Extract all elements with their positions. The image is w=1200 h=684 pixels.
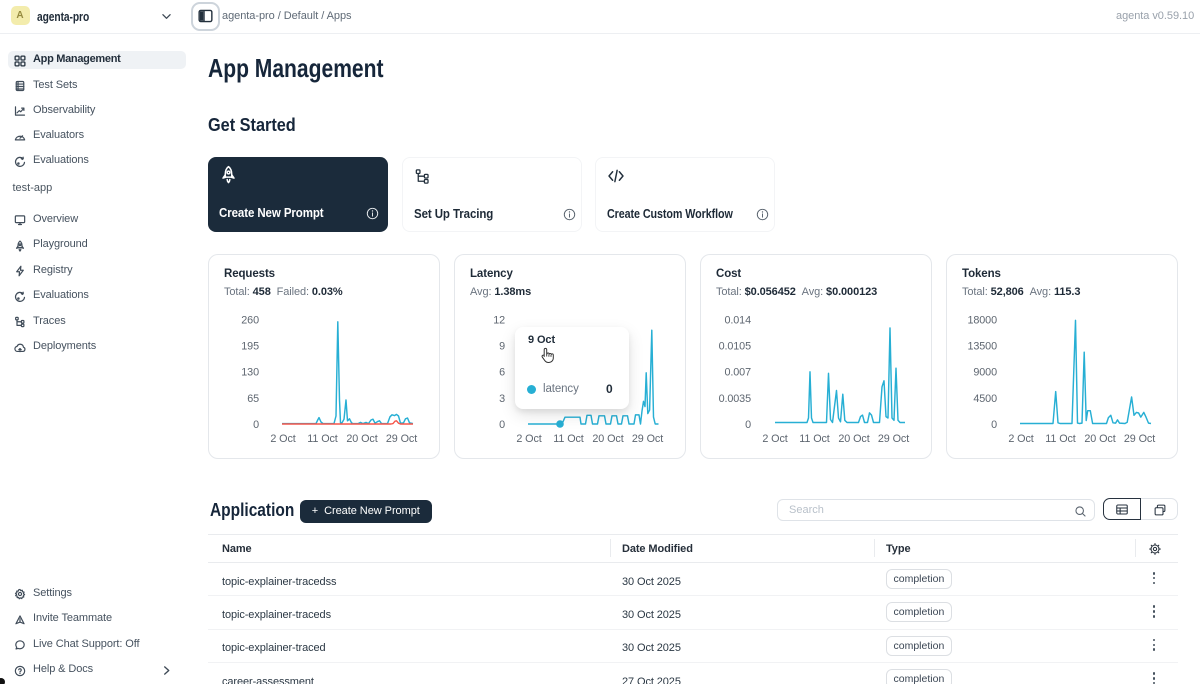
svg-text:20 Oct: 20 Oct [592, 433, 623, 445]
svg-text:3: 3 [499, 393, 505, 405]
svg-text:20 Oct: 20 Oct [838, 433, 869, 445]
svg-text:11 Oct: 11 Oct [1045, 433, 1076, 445]
svg-text:2 Oct: 2 Oct [762, 433, 787, 445]
svg-text:130: 130 [241, 367, 259, 379]
svg-text:65: 65 [247, 393, 259, 405]
svg-text:29 Oct: 29 Oct [878, 433, 909, 445]
svg-text:0.007: 0.007 [724, 367, 751, 379]
svg-text:20 Oct: 20 Oct [346, 433, 377, 445]
svg-text:6: 6 [499, 367, 505, 379]
svg-text:9000: 9000 [973, 367, 997, 379]
svg-text:195: 195 [241, 341, 259, 353]
svg-text:0.014: 0.014 [724, 315, 751, 327]
svg-text:0: 0 [745, 419, 751, 431]
svg-text:4500: 4500 [973, 393, 997, 405]
svg-text:0.0105: 0.0105 [719, 341, 752, 353]
svg-text:9: 9 [499, 341, 505, 353]
svg-text:0.0035: 0.0035 [719, 393, 752, 405]
svg-text:29 Oct: 29 Oct [632, 433, 663, 445]
svg-text:11 Oct: 11 Oct [307, 433, 338, 445]
svg-text:260: 260 [241, 315, 259, 327]
svg-text:29 Oct: 29 Oct [1124, 433, 1155, 445]
svg-text:29 Oct: 29 Oct [386, 433, 417, 445]
svg-text:13500: 13500 [967, 341, 997, 353]
svg-text:20 Oct: 20 Oct [1084, 433, 1115, 445]
svg-text:0: 0 [253, 419, 259, 431]
svg-text:2 Oct: 2 Oct [1008, 433, 1033, 445]
svg-text:2 Oct: 2 Oct [516, 433, 541, 445]
svg-text:2 Oct: 2 Oct [270, 433, 295, 445]
svg-text:0: 0 [499, 419, 505, 431]
svg-text:11 Oct: 11 Oct [799, 433, 830, 445]
svg-text:11 Oct: 11 Oct [553, 433, 584, 445]
svg-text:18000: 18000 [967, 315, 997, 327]
svg-text:0: 0 [991, 419, 997, 431]
svg-text:12: 12 [493, 315, 505, 327]
